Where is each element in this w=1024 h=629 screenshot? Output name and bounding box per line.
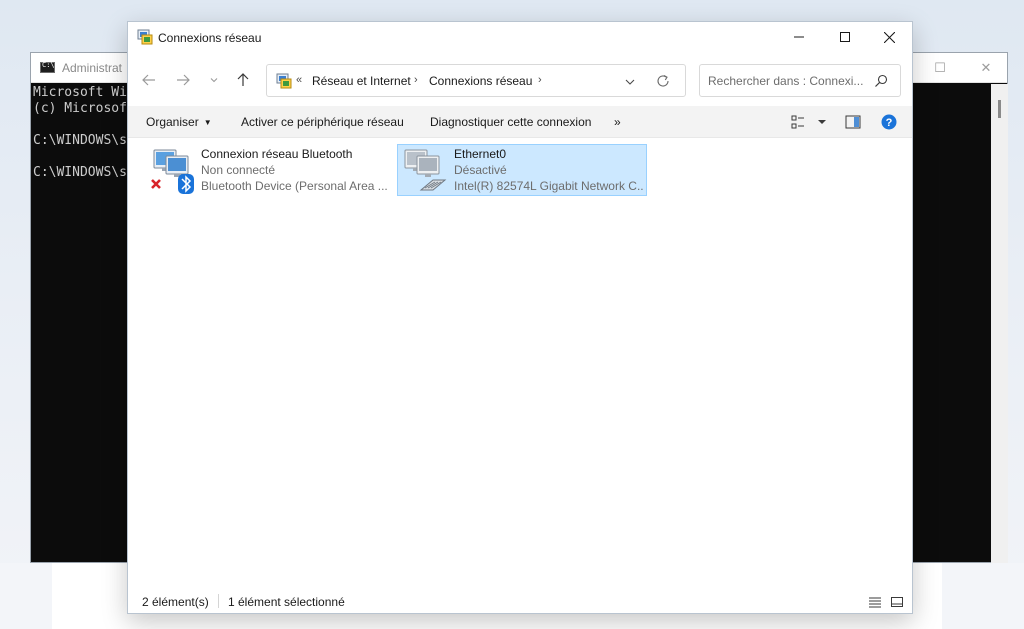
maximize-button[interactable] [822, 22, 868, 52]
search-placeholder: Rechercher dans : Connexi... [708, 74, 864, 88]
selection-count: 1 élément sélectionné [228, 595, 345, 609]
connection-item-ethernet0[interactable]: Ethernet0 Désactivé Intel(R) 82574L Giga… [397, 144, 647, 196]
close-icon[interactable]: ✕ [963, 53, 1009, 83]
breadcrumb-network-connections[interactable]: Connexions réseau [429, 74, 532, 88]
more-commands-button[interactable]: » [614, 115, 621, 129]
organize-button[interactable]: Organiser ▼ [146, 115, 212, 129]
recent-locations-button[interactable] [202, 68, 226, 92]
network-connections-icon [276, 73, 292, 89]
terminal-icon [40, 61, 55, 73]
close-button[interactable] [866, 22, 912, 52]
search-input[interactable]: Rechercher dans : Connexi... [699, 64, 901, 97]
connection-device: Intel(R) 82574L Gigabit Network C... [454, 179, 644, 193]
minimize-button[interactable] [776, 22, 822, 52]
arrow-left-icon [142, 74, 155, 86]
connection-device: Bluetooth Device (Personal Area ... [201, 179, 388, 193]
breadcrumb-chevron-icon[interactable]: › [538, 74, 542, 86]
console-title: Administrat [62, 60, 123, 75]
titlebar[interactable]: Connexions réseau [128, 22, 912, 54]
status-divider [218, 594, 219, 608]
navigation-bar: « Réseau et Internet › Connexions réseau… [128, 62, 912, 98]
connection-status: Non connecté [201, 163, 276, 177]
status-bar: 2 élément(s) 1 élément sélectionné [128, 590, 912, 612]
chevron-down-icon [210, 78, 218, 83]
view-options-chevron-icon[interactable] [814, 114, 830, 130]
up-button[interactable] [231, 68, 255, 92]
window-title: Connexions réseau [158, 31, 262, 45]
connection-name: Ethernet0 [454, 147, 507, 161]
svg-text:?: ? [886, 117, 893, 129]
large-icons-view-icon[interactable] [890, 595, 904, 609]
diagnose-button[interactable]: Diagnostiquer cette connexion [430, 115, 591, 129]
breadcrumb-chevron-icon[interactable]: › [414, 74, 418, 86]
arrow-right-icon [177, 74, 190, 86]
preview-pane-icon[interactable] [845, 114, 861, 130]
console-scroll-thumb[interactable] [998, 100, 1001, 118]
change-view-icon[interactable] [791, 114, 807, 130]
file-list[interactable]: Connexion réseau Bluetooth Non connecté … [128, 139, 912, 584]
close-icon [883, 31, 895, 43]
maximize-icon[interactable]: ☐ [917, 53, 963, 83]
address-bar[interactable]: « Réseau et Internet › Connexions réseau… [266, 64, 686, 97]
forward-button[interactable] [171, 68, 195, 92]
search-icon[interactable] [874, 74, 888, 88]
organize-label: Organiser [146, 115, 199, 129]
network-connections-window[interactable]: Connexions réseau « Réseau et Internet ›… [127, 21, 913, 614]
console-scrollbar[interactable] [991, 84, 1008, 563]
ethernet-network-icon [404, 149, 447, 191]
maximize-icon [840, 32, 850, 42]
breadcrumb-network-internet[interactable]: Réseau et Internet [312, 74, 411, 88]
enable-device-button[interactable]: Activer ce périphérique réseau [241, 115, 404, 129]
network-connections-icon [137, 29, 153, 45]
details-view-icon[interactable] [868, 595, 882, 609]
refresh-icon[interactable] [655, 73, 671, 89]
connection-name: Connexion réseau Bluetooth [201, 147, 353, 161]
arrow-up-icon [237, 73, 249, 86]
back-button[interactable] [137, 68, 161, 92]
help-icon[interactable]: ? [881, 114, 897, 130]
chevron-down-icon[interactable] [623, 75, 637, 89]
item-count: 2 élément(s) [142, 595, 209, 609]
caret-down-icon: ▼ [203, 118, 212, 127]
command-bar: Organiser ▼ Activer ce périphérique résea… [128, 106, 912, 138]
bluetooth-network-icon [151, 149, 194, 194]
connection-item-bluetooth[interactable]: Connexion réseau Bluetooth Non connecté … [144, 144, 394, 196]
minimize-icon [794, 36, 804, 38]
connection-status: Désactivé [454, 163, 507, 177]
breadcrumb-overflow[interactable]: « [296, 74, 302, 86]
